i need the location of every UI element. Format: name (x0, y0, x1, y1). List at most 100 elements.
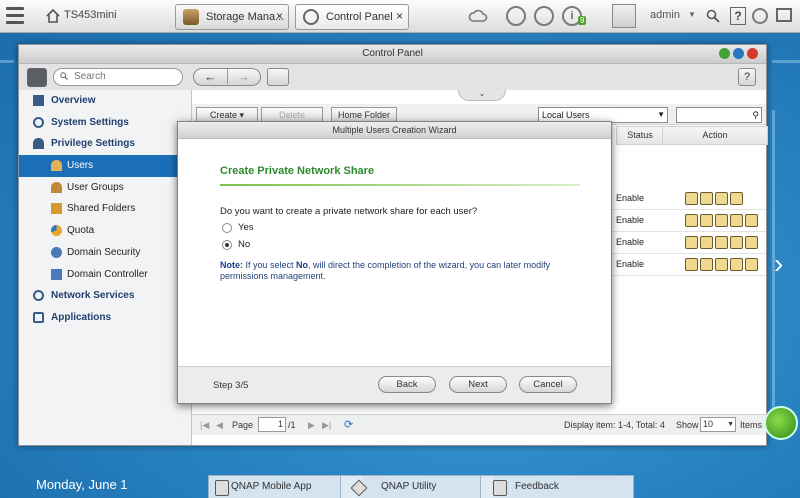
sidebar-item-domain-security[interactable]: Domain Security (19, 242, 191, 264)
column-header-action[interactable]: Action (662, 126, 768, 145)
dashboard-widget-icon[interactable] (764, 406, 798, 440)
folder-icon[interactable] (730, 192, 743, 206)
sidebar-item-label: Applications (51, 311, 112, 323)
sidebar-item-users[interactable]: Users (19, 155, 191, 177)
status-text: Enable (616, 259, 645, 269)
chevron-down-icon[interactable]: ▼ (688, 10, 696, 19)
device-name[interactable]: TS453mini (64, 9, 117, 21)
status-text: Enable (616, 237, 645, 247)
password-icon[interactable] (700, 258, 713, 272)
tab-storage-manager[interactable]: Storage Mana... × (175, 4, 289, 30)
app-grid-button[interactable] (267, 68, 289, 86)
tab-label: Control Panel (326, 11, 393, 23)
sidebar-item-overview[interactable]: Overview (19, 90, 191, 112)
home-icon[interactable] (46, 9, 60, 23)
next-button[interactable]: Next (449, 376, 507, 393)
notification-badge: 9 (578, 16, 587, 25)
dock-item-qnap-utility[interactable]: QNAP Utility (340, 475, 494, 498)
dashboard-icon[interactable] (776, 8, 792, 22)
wizard-footer: Step 3/5 Back Next Cancel (178, 366, 611, 403)
per-page-select[interactable]: 10 ▼ (700, 417, 736, 432)
clock-icon[interactable] (506, 6, 526, 26)
sidebar-item-user-groups[interactable]: User Groups (19, 177, 191, 199)
folder-icon[interactable] (730, 214, 743, 228)
dock-item-qnap-mobile-app[interactable]: QNAP Mobile App (208, 475, 362, 498)
close-icon[interactable]: × (276, 9, 283, 23)
sidebar-item-applications[interactable]: Applications (19, 307, 191, 329)
sidebar-item-shared-folders[interactable]: Shared Folders (19, 198, 191, 220)
sync-icon[interactable] (534, 6, 554, 26)
password-icon[interactable] (700, 236, 713, 250)
sidebar-item-network-services[interactable]: Network Services (19, 285, 191, 307)
gear-icon (303, 9, 319, 25)
group-icon[interactable] (715, 236, 728, 250)
search-box[interactable] (53, 68, 183, 86)
user-menu[interactable]: admin (650, 9, 680, 21)
forward-button[interactable]: → (227, 69, 260, 84)
group-icon[interactable] (715, 192, 728, 206)
sidebar-item-quota[interactable]: Quota (19, 220, 191, 242)
search-input[interactable] (74, 70, 174, 82)
maximize-button[interactable] (733, 48, 744, 59)
search-icon[interactable] (706, 9, 720, 23)
sidebar-item-system-settings[interactable]: System Settings (19, 112, 191, 134)
close-icon[interactable]: × (396, 9, 403, 23)
radio-no[interactable] (222, 240, 232, 250)
cancel-button[interactable]: Cancel (519, 376, 577, 393)
table-row[interactable]: Enable (612, 254, 766, 276)
apps-icon[interactable] (745, 214, 758, 228)
dock-item-feedback[interactable]: Feedback (480, 475, 634, 498)
radio-no-label[interactable]: No (238, 239, 250, 250)
apps-icon[interactable] (745, 258, 758, 272)
table-row[interactable]: Enable (612, 210, 766, 232)
show-label: Show (676, 420, 699, 430)
minimize-button[interactable] (719, 48, 730, 59)
filter-input[interactable]: ⚲ (676, 107, 762, 123)
table-row[interactable]: Enable (612, 188, 766, 210)
edit-icon[interactable] (685, 192, 698, 206)
password-icon[interactable] (700, 192, 713, 206)
tab-control-panel[interactable]: Control Panel × (295, 4, 409, 30)
radio-yes-label[interactable]: Yes (238, 222, 254, 233)
avatar[interactable] (612, 4, 636, 28)
back-button[interactable]: ← (194, 69, 228, 84)
window-titlebar[interactable]: Control Panel (19, 45, 766, 64)
prev-page-icon[interactable]: ◀ (216, 420, 223, 431)
folder-icon[interactable] (730, 236, 743, 250)
refresh-icon[interactable]: ⟳ (344, 418, 353, 431)
note-no: No (296, 260, 309, 270)
note-label: Note: (220, 260, 243, 270)
edit-icon[interactable] (685, 258, 698, 272)
help-button[interactable]: ? (738, 68, 756, 86)
sidebar-toggle-button[interactable] (27, 68, 47, 87)
sidebar-item-domain-controller[interactable]: Domain Controller (19, 264, 191, 286)
edit-icon[interactable] (685, 236, 698, 250)
wizard-heading: Create Private Network Share (220, 165, 375, 177)
sidebar-item-privilege-settings[interactable]: Privilege Settings (19, 133, 191, 155)
edit-icon[interactable] (685, 214, 698, 228)
wizard-dialog: Multiple Users Creation Wizard Create Pr… (177, 121, 612, 404)
table-row[interactable]: Enable (612, 232, 766, 254)
group-icon[interactable] (715, 258, 728, 272)
radio-yes[interactable] (222, 223, 232, 233)
back-button[interactable]: Back (378, 376, 436, 393)
cloud-icon[interactable] (468, 6, 488, 26)
main-menu-icon[interactable] (6, 7, 24, 24)
folder-icon[interactable] (730, 258, 743, 272)
feedback-icon (493, 480, 507, 496)
apps-icon[interactable] (745, 236, 758, 250)
collapse-handle[interactable]: ⌄ (458, 90, 506, 101)
page-input[interactable]: 1 (258, 417, 286, 432)
group-icon[interactable] (715, 214, 728, 228)
per-page-value: 10 (703, 419, 714, 429)
first-page-icon[interactable]: |◀ (200, 420, 209, 431)
last-page-icon[interactable]: ▶| (322, 420, 331, 431)
desktop-right-chevron-icon[interactable]: › (774, 250, 783, 278)
password-icon[interactable] (700, 214, 713, 228)
help-icon[interactable]: ? (730, 7, 746, 25)
next-page-icon[interactable]: ▶ (308, 420, 315, 431)
close-button[interactable] (747, 48, 758, 59)
globe-icon[interactable] (752, 8, 768, 24)
column-header-status[interactable]: Status (616, 126, 664, 145)
sidebar-item-label: Privilege Settings (51, 138, 135, 150)
